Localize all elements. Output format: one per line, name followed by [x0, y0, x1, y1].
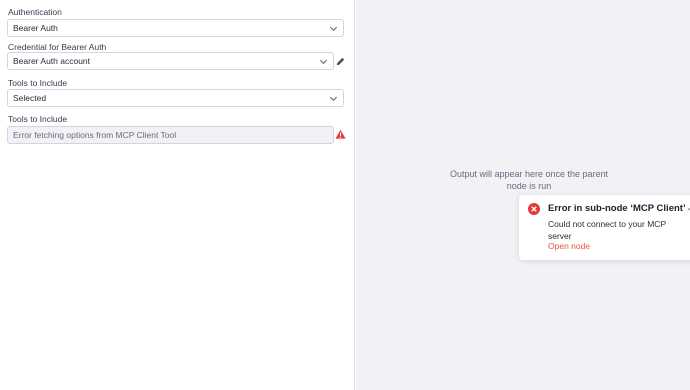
authentication-label: Authentication — [8, 7, 62, 17]
credential-value: Bearer Auth account — [13, 56, 91, 66]
open-node-link[interactable]: Open node — [548, 241, 590, 251]
tools-error-label: Tools to Include — [8, 114, 68, 124]
pencil-icon[interactable] — [335, 56, 346, 67]
error-circle-icon — [528, 203, 540, 215]
output-placeholder: Output will appear here once the parent … — [449, 169, 609, 191]
tools-value: Selected — [13, 93, 47, 103]
tools-error-value: Error fetching options from MCP Client T… — [13, 130, 177, 140]
chevron-down-icon — [329, 96, 338, 102]
authentication-value: Bearer Auth — [13, 23, 58, 33]
credential-label: Credential for Bearer Auth — [8, 42, 107, 52]
tools-select[interactable]: Selected — [7, 89, 344, 107]
authentication-select[interactable]: Bearer Auth — [7, 19, 344, 37]
credential-select[interactable]: Bearer Auth account — [7, 52, 334, 70]
chevron-down-icon — [319, 59, 328, 65]
parameters-panel: Authentication Bearer Auth Credential fo… — [0, 0, 355, 390]
chevron-down-icon — [329, 26, 338, 32]
warning-triangle-icon — [335, 129, 346, 139]
error-toast: Error in sub-node ‘MCP Client’ × Could n… — [519, 195, 690, 260]
tools-label: Tools to Include — [8, 78, 68, 88]
toast-message: Could not connect to your MCP server — [548, 219, 666, 241]
toast-title: Error in sub-node ‘MCP Client’ — [548, 203, 686, 214]
tools-error-field: Error fetching options from MCP Client T… — [7, 126, 334, 144]
